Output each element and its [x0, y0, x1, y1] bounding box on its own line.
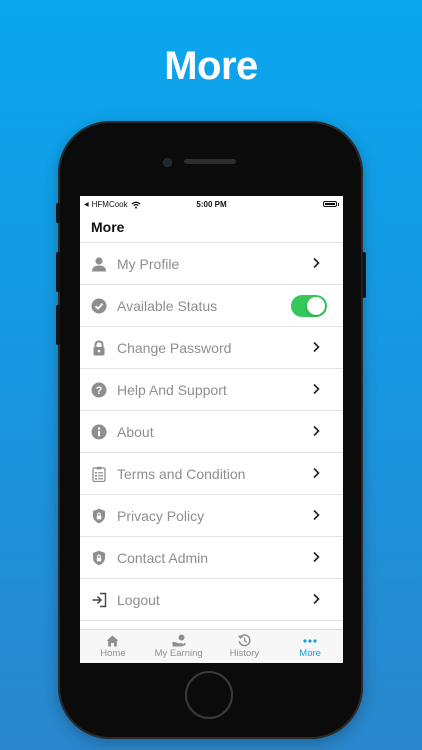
tab-my-earning[interactable]: My Earning: [146, 630, 212, 663]
tab-label: More: [299, 648, 321, 659]
more-dots-icon: [303, 634, 317, 647]
shield-lock-icon: [91, 550, 107, 566]
tab-label: History: [229, 648, 260, 659]
menu-item-available-status: Available Status: [80, 284, 343, 326]
front-camera: [163, 158, 172, 167]
earning-icon: [172, 634, 186, 647]
status-bar: ◀ HFMCook 5:00 PM: [80, 196, 343, 212]
menu-item-contact-admin[interactable]: Contact Admin: [80, 536, 343, 578]
chevron-right-icon: [313, 551, 320, 563]
menu-item-privacy-policy[interactable]: Privacy Policy: [80, 494, 343, 536]
phone-side-button-volume-down: [56, 305, 60, 345]
history-icon: [237, 634, 251, 647]
logout-icon: [91, 592, 107, 608]
person-icon: [91, 256, 107, 272]
bottom-tab-bar: Home My Earning History More: [80, 629, 343, 663]
menu-item-help-and-support[interactable]: ? Help And Support: [80, 368, 343, 410]
chevron-right-icon: [313, 593, 320, 605]
chevron-right-icon: [313, 509, 320, 521]
chevron-right-icon: [313, 467, 320, 479]
menu-item-logout[interactable]: Logout: [80, 578, 343, 621]
home-icon: [106, 634, 120, 647]
menu-item-change-password[interactable]: Change Password: [80, 326, 343, 368]
chevron-right-icon: [313, 341, 320, 353]
toggle-knob: [307, 297, 325, 315]
question-circle-icon: ?: [91, 382, 107, 398]
available-status-toggle[interactable]: [291, 295, 327, 317]
phone-side-button-silent: [56, 203, 60, 223]
page-headline: More: [164, 44, 258, 88]
screen-title: More: [91, 219, 125, 235]
app-screen: ◀ HFMCook 5:00 PM More My Profile Availa…: [80, 196, 343, 663]
svg-text:?: ?: [96, 385, 103, 397]
status-time: 5:00 PM: [196, 200, 227, 209]
phone-side-button-power: [362, 252, 366, 298]
tab-label: Home: [100, 648, 126, 659]
chevron-right-icon: [313, 383, 320, 395]
chevron-right-icon: [313, 257, 320, 269]
tab-more[interactable]: More: [277, 630, 343, 663]
chevron-right-icon: [313, 425, 320, 437]
earpiece-speaker: [184, 159, 236, 164]
tab-history[interactable]: History: [212, 630, 278, 663]
check-circle-icon: [91, 298, 107, 314]
menu-item-my-profile[interactable]: My Profile: [80, 242, 343, 284]
battery-icon: [323, 201, 339, 207]
home-button[interactable]: [185, 671, 233, 719]
menu-item-terms-and-condition[interactable]: Terms and Condition: [80, 452, 343, 494]
shield-lock-icon: [91, 508, 107, 524]
phone-side-button-volume-up: [56, 252, 60, 292]
menu-list: My Profile Available Status Change Passw…: [80, 242, 343, 621]
clipboard-list-icon: [91, 466, 107, 482]
lock-icon: [91, 339, 107, 356]
menu-item-about[interactable]: About: [80, 410, 343, 452]
tab-label: My Earning: [154, 648, 203, 659]
info-circle-icon: [91, 424, 107, 440]
tab-home[interactable]: Home: [80, 630, 146, 663]
